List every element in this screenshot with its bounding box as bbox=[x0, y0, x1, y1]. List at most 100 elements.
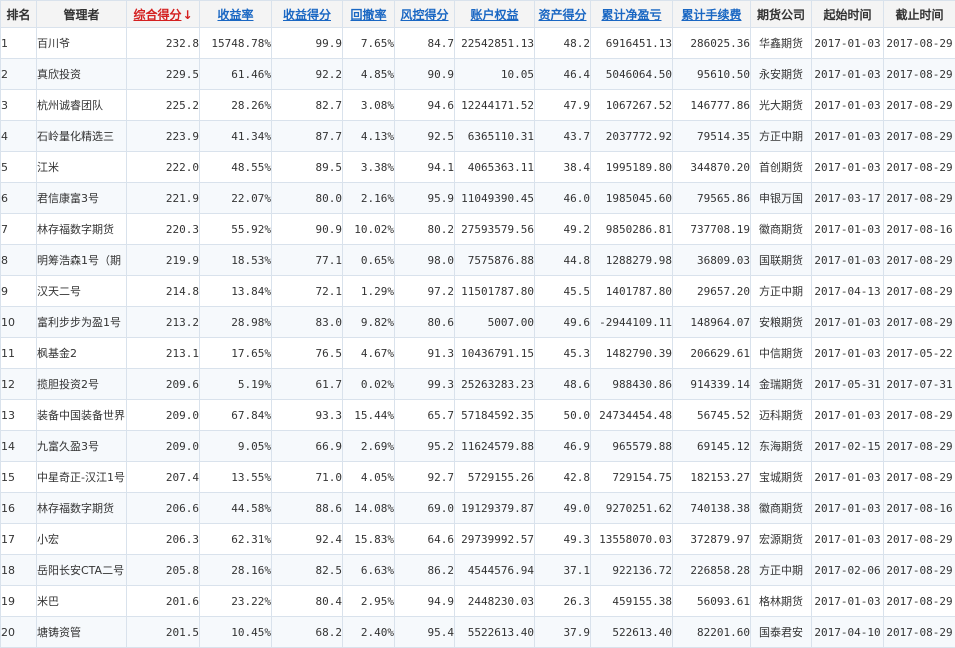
cell-manager[interactable]: 杭州诚睿团队 bbox=[37, 90, 127, 121]
column-header-equity[interactable]: 账户权益 bbox=[455, 1, 535, 28]
cell-fees: 206629.61 bbox=[673, 338, 751, 369]
column-header-drawdown[interactable]: 回撤率 bbox=[343, 1, 395, 28]
cell-manager[interactable]: 米巴 bbox=[37, 586, 127, 617]
cell-score: 201.5 bbox=[127, 617, 200, 648]
cell-manager[interactable]: 中星奇正-汉江1号 bbox=[37, 462, 127, 493]
cell-drawdown: 0.02% bbox=[343, 369, 395, 400]
cell-net-pnl: 729154.75 bbox=[591, 462, 673, 493]
cell-company: 国联期货 bbox=[751, 245, 812, 276]
table-row[interactable]: 4石岭量化精选三223.941.34%87.74.13%92.56365110.… bbox=[1, 121, 955, 152]
cell-manager[interactable]: 装备中国装备世界 bbox=[37, 400, 127, 431]
cell-start: 2017-05-31 bbox=[812, 369, 884, 400]
table-row[interactable]: 11枫基金2213.117.65%76.54.67%91.310436791.1… bbox=[1, 338, 955, 369]
cell-manager[interactable]: 百川爷 bbox=[37, 28, 127, 59]
table-row[interactable]: 5江米222.048.55%89.53.38%94.14065363.1138.… bbox=[1, 152, 955, 183]
cell-score: 213.1 bbox=[127, 338, 200, 369]
cell-return-rate: 23.22% bbox=[200, 586, 272, 617]
cell-equity: 19129379.87 bbox=[455, 493, 535, 524]
table-row[interactable]: 18岳阳长安CTA二号205.828.16%82.56.63%86.245445… bbox=[1, 555, 955, 586]
cell-rank: 15 bbox=[1, 462, 37, 493]
table-row[interactable]: 13装备中国装备世界209.067.84%93.315.44%65.757184… bbox=[1, 400, 955, 431]
cell-manager[interactable]: 富利步步为盈1号 bbox=[37, 307, 127, 338]
cell-manager[interactable]: 枫基金2 bbox=[37, 338, 127, 369]
column-header-score[interactable]: 综合得分↓ bbox=[127, 1, 200, 28]
cell-manager[interactable]: 真欣投资 bbox=[37, 59, 127, 90]
cell-company: 东海期货 bbox=[751, 431, 812, 462]
table-row[interactable]: 12揽胆投资2号209.65.19%61.70.02%99.325263283.… bbox=[1, 369, 955, 400]
cell-return-rate: 61.46% bbox=[200, 59, 272, 90]
cell-fees: 182153.27 bbox=[673, 462, 751, 493]
cell-asset-score: 26.3 bbox=[535, 586, 591, 617]
column-header-return-rate[interactable]: 收益率 bbox=[200, 1, 272, 28]
cell-end: 2017-08-29 bbox=[884, 555, 955, 586]
table-row[interactable]: 1百川爷232.815748.78%99.97.65%84.722542851.… bbox=[1, 28, 955, 59]
table-row[interactable]: 16林存福数字期货206.644.58%88.614.08%69.0191293… bbox=[1, 493, 955, 524]
table-row[interactable]: 6君信康富3号221.922.07%80.02.16%95.911049390.… bbox=[1, 183, 955, 214]
cell-drawdown: 2.16% bbox=[343, 183, 395, 214]
cell-manager[interactable]: 小宏 bbox=[37, 524, 127, 555]
table-row[interactable]: 17小宏206.362.31%92.415.83%64.629739992.57… bbox=[1, 524, 955, 555]
cell-score: 206.3 bbox=[127, 524, 200, 555]
cell-manager[interactable]: 林存福数字期货 bbox=[37, 214, 127, 245]
cell-equity: 57184592.35 bbox=[455, 400, 535, 431]
cell-drawdown: 4.67% bbox=[343, 338, 395, 369]
cell-fees: 372879.97 bbox=[673, 524, 751, 555]
cell-manager[interactable]: 岳阳长安CTA二号 bbox=[37, 555, 127, 586]
cell-equity: 10.05 bbox=[455, 59, 535, 90]
table-row[interactable]: 7林存福数字期货220.355.92%90.910.02%80.22759357… bbox=[1, 214, 955, 245]
cell-net-pnl: 9850286.81 bbox=[591, 214, 673, 245]
cell-equity: 11624579.88 bbox=[455, 431, 535, 462]
cell-company: 中信期货 bbox=[751, 338, 812, 369]
cell-return-score: 76.5 bbox=[272, 338, 343, 369]
cell-start: 2017-01-03 bbox=[812, 462, 884, 493]
cell-return-rate: 9.05% bbox=[200, 431, 272, 462]
column-header-asset-score[interactable]: 资产得分 bbox=[535, 1, 591, 28]
cell-risk-score: 97.2 bbox=[395, 276, 455, 307]
table-row[interactable]: 14九富久盈3号209.09.05%66.92.69%95.211624579.… bbox=[1, 431, 955, 462]
cell-drawdown: 2.40% bbox=[343, 617, 395, 648]
cell-fees: 95610.50 bbox=[673, 59, 751, 90]
cell-return-rate: 28.98% bbox=[200, 307, 272, 338]
table-row[interactable]: 19米巴201.623.22%80.42.95%94.92448230.0326… bbox=[1, 586, 955, 617]
cell-manager[interactable]: 江米 bbox=[37, 152, 127, 183]
cell-company: 首创期货 bbox=[751, 152, 812, 183]
cell-return-score: 83.0 bbox=[272, 307, 343, 338]
table-row[interactable]: 15中星奇正-汉江1号207.413.55%71.04.05%92.757291… bbox=[1, 462, 955, 493]
cell-manager[interactable]: 林存福数字期货 bbox=[37, 493, 127, 524]
table-row[interactable]: 3杭州诚睿团队225.228.26%82.73.08%94.612244171.… bbox=[1, 90, 955, 121]
column-header-label: 回撤率 bbox=[350, 8, 386, 22]
cell-rank: 16 bbox=[1, 493, 37, 524]
cell-end: 2017-07-31 bbox=[884, 369, 955, 400]
cell-manager[interactable]: 揽胆投资2号 bbox=[37, 369, 127, 400]
table-row[interactable]: 2真欣投资229.561.46%92.24.85%90.910.0546.450… bbox=[1, 59, 955, 90]
cell-score: 232.8 bbox=[127, 28, 200, 59]
table-row[interactable]: 9汉天二号214.813.84%72.11.29%97.211501787.80… bbox=[1, 276, 955, 307]
table-row[interactable]: 10富利步步为盈1号213.228.98%83.09.82%80.65007.0… bbox=[1, 307, 955, 338]
column-header-label: 风控得分 bbox=[400, 8, 448, 22]
cell-manager[interactable]: 明筹浩森1号（期 bbox=[37, 245, 127, 276]
cell-manager[interactable]: 九富久盈3号 bbox=[37, 431, 127, 462]
cell-start: 2017-01-03 bbox=[812, 400, 884, 431]
column-header-return-score[interactable]: 收益得分 bbox=[272, 1, 343, 28]
table-row[interactable]: 8明筹浩森1号（期219.918.53%77.10.65%98.07575876… bbox=[1, 245, 955, 276]
cell-rank: 9 bbox=[1, 276, 37, 307]
column-header-net-pnl[interactable]: 累计净盈亏 bbox=[591, 1, 673, 28]
column-header-risk-score[interactable]: 风控得分 bbox=[395, 1, 455, 28]
cell-manager[interactable]: 汉天二号 bbox=[37, 276, 127, 307]
cell-return-score: 92.4 bbox=[272, 524, 343, 555]
column-header-fees[interactable]: 累计手续费 bbox=[673, 1, 751, 28]
cell-manager[interactable]: 塘铸资管 bbox=[37, 617, 127, 648]
cell-rank: 3 bbox=[1, 90, 37, 121]
cell-end: 2017-08-29 bbox=[884, 245, 955, 276]
cell-rank: 14 bbox=[1, 431, 37, 462]
cell-end: 2017-08-29 bbox=[884, 431, 955, 462]
cell-manager[interactable]: 君信康富3号 bbox=[37, 183, 127, 214]
cell-manager[interactable]: 石岭量化精选三 bbox=[37, 121, 127, 152]
cell-equity: 5007.00 bbox=[455, 307, 535, 338]
cell-fees: 226858.28 bbox=[673, 555, 751, 586]
cell-end: 2017-08-29 bbox=[884, 183, 955, 214]
cell-start: 2017-02-06 bbox=[812, 555, 884, 586]
table-row[interactable]: 20塘铸资管201.510.45%68.22.40%95.45522613.40… bbox=[1, 617, 955, 648]
cell-risk-score: 80.2 bbox=[395, 214, 455, 245]
cell-company: 宝城期货 bbox=[751, 462, 812, 493]
